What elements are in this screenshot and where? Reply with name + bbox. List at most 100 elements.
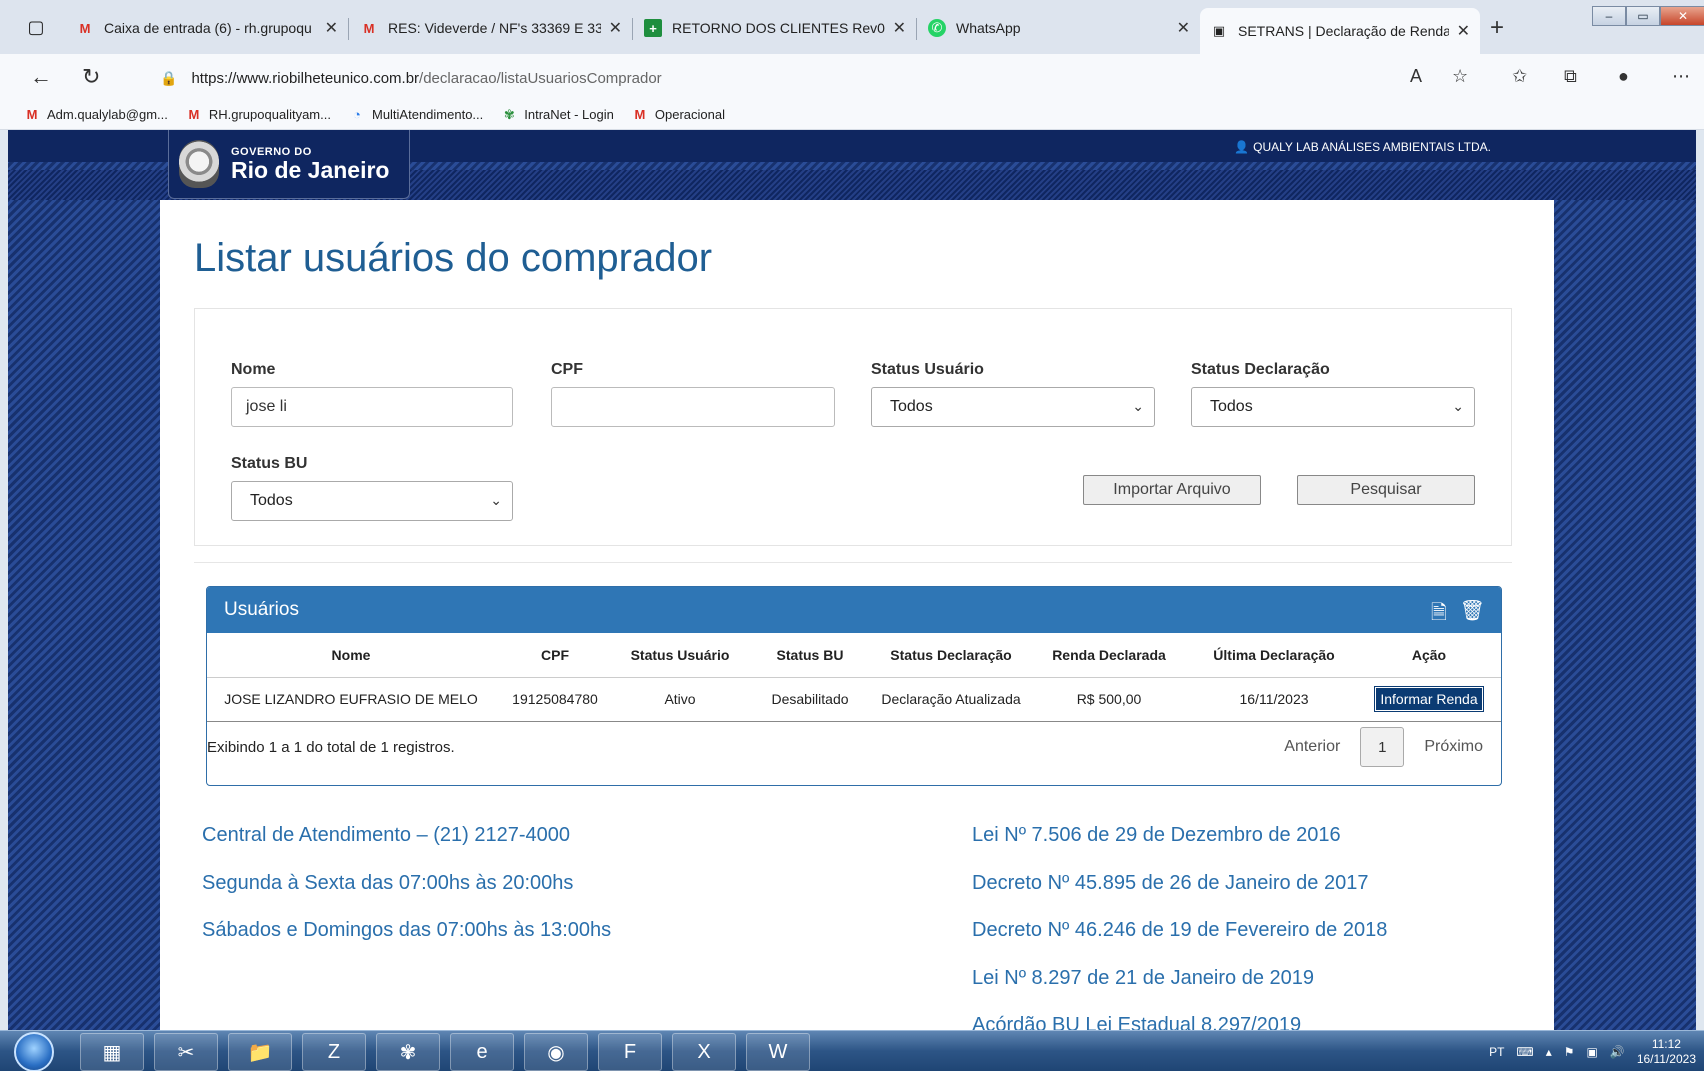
volume-icon[interactable]: 🔊: [1610, 1045, 1625, 1059]
tab-label: RETORNO DOS CLIENTES Rev03: [672, 20, 885, 36]
add-favorite-icon[interactable]: ☆: [1452, 66, 1468, 87]
informar-renda-button[interactable]: Informar Renda: [1374, 686, 1484, 712]
column-header[interactable]: CPF: [495, 633, 615, 678]
table-row: JOSE LIZANDRO EUFRASIO DE MELO 191250847…: [207, 677, 1501, 722]
profile-icon[interactable]: ●: [1618, 66, 1629, 87]
column-header[interactable]: Status Usuário: [615, 633, 745, 678]
column-header[interactable]: Renda Declarada: [1027, 633, 1191, 678]
company-user: 👤 QUALY LAB ANÁLISES AMBIENTAIS LTDA.: [1234, 140, 1491, 154]
trash-icon[interactable]: 🗑: [1460, 598, 1485, 623]
system-tray: PT ⌨ ▴ ⚑ ▣ 🔊 11:12 16/11/2023: [1489, 1031, 1696, 1071]
edge-browser-icon[interactable]: e: [450, 1033, 514, 1071]
zoom-app-icon[interactable]: Z: [302, 1033, 366, 1071]
excel-icon[interactable]: X: [672, 1033, 736, 1071]
users-panel-footer: Exibindo 1 a 1 do total de 1 registros. …: [207, 723, 1501, 785]
bookmark-operacional[interactable]: M Operacional: [632, 107, 725, 122]
users-panel-header: Usuários 🗎 🗑: [207, 587, 1501, 633]
page-title: Listar usuários do comprador: [194, 236, 713, 280]
government-logo[interactable]: GOVERNO DO Rio de Janeiro: [168, 130, 410, 199]
previous-page-button[interactable]: Anterior: [1284, 738, 1340, 756]
maximize-icon[interactable]: ▭: [1626, 6, 1660, 26]
show-hidden-icons-icon[interactable]: ▴: [1546, 1045, 1552, 1059]
nome-label: Nome: [231, 361, 276, 378]
status-usuario-select[interactable]: Todos ⌄: [871, 387, 1155, 427]
cpf-input[interactable]: [551, 387, 835, 427]
read-aloud-icon[interactable]: A: [1410, 66, 1422, 87]
tab-separator: [632, 18, 633, 40]
green-app-icon[interactable]: ◉: [524, 1033, 588, 1071]
gmail-icon: M: [79, 20, 91, 36]
legislation-link[interactable]: Decreto Nº 45.895 de 26 de Janeiro de 20…: [972, 872, 1387, 920]
snipping-tool-icon[interactable]: ✂: [154, 1033, 218, 1071]
fi-app-icon[interactable]: F: [598, 1033, 662, 1071]
collections-icon[interactable]: ⧉: [1564, 66, 1577, 87]
section-divider: [194, 562, 1512, 563]
close-window-icon[interactable]: ✕: [1660, 6, 1704, 26]
word-icon[interactable]: W: [746, 1033, 810, 1071]
legislation-link[interactable]: Lei Nº 8.297 de 21 de Janeiro de 2019: [972, 967, 1387, 1015]
status-bu-select[interactable]: Todos ⌄: [231, 481, 513, 521]
file-explorer-icon[interactable]: 📁: [228, 1033, 292, 1071]
users-panel: Usuários 🗎 🗑 Nome CPF Status Usuário Sta…: [206, 586, 1502, 786]
column-header[interactable]: Última Declaração: [1191, 633, 1357, 678]
bookmark-rh[interactable]: M RH.grupoqualityam...: [186, 107, 331, 122]
back-icon[interactable]: ←: [30, 64, 52, 90]
bookmark-adm[interactable]: M Adm.qualylab@gm...: [24, 107, 168, 122]
page-1-button[interactable]: 1: [1360, 727, 1405, 767]
status-bu-label: Status BU: [231, 455, 308, 472]
new-tab-icon[interactable]: +: [1490, 14, 1504, 42]
gmail-icon: M: [26, 107, 38, 122]
tab-setrans[interactable]: ▣ SETRANS | Declaração de Renda ✕: [1200, 8, 1480, 54]
tab-gmail-inbox[interactable]: M Caixa de entrada (6) - rh.grupoqu ✕: [66, 10, 348, 46]
minimize-icon[interactable]: –: [1592, 6, 1626, 26]
close-icon[interactable]: ✕: [325, 18, 338, 38]
clock-date: 16/11/2023: [1636, 1051, 1696, 1066]
action-center-icon[interactable]: ⚑: [1564, 1045, 1575, 1059]
column-header[interactable]: Status Declaração: [875, 633, 1027, 678]
close-icon[interactable]: ✕: [609, 18, 622, 38]
import-file-button[interactable]: Importar Arquivo: [1083, 475, 1261, 505]
close-icon[interactable]: ✕: [1457, 21, 1470, 41]
reload-icon[interactable]: ↻: [82, 64, 100, 90]
language-indicator[interactable]: PT: [1489, 1045, 1504, 1059]
sheets-icon: +: [644, 19, 662, 37]
column-header[interactable]: Nome: [207, 633, 495, 678]
tab-label: RES: Videverde / NF's 33369 E 33: [388, 20, 601, 36]
close-icon[interactable]: ✕: [1177, 18, 1190, 38]
bookmark-label: MultiAtendimento...: [371, 107, 484, 122]
app-flower-icon[interactable]: ✾: [376, 1033, 440, 1071]
document-icon[interactable]: 🗎: [1431, 598, 1447, 632]
tab-whatsapp[interactable]: ✆ WhatsApp ✕: [918, 10, 1200, 46]
keyboard-icon[interactable]: ⌨: [1516, 1045, 1533, 1059]
close-icon[interactable]: ✕: [893, 18, 906, 38]
url-field[interactable]: 🔒 https://www.riobilheteunico.com.br/dec…: [160, 62, 1500, 94]
gmail-icon: M: [634, 107, 646, 122]
page-viewport: GOVERNO DO Rio de Janeiro 👤 QUALY LAB AN…: [8, 130, 1696, 1030]
legislation-link[interactable]: Acórdão BU Lei Estadual 8.297/2019: [972, 1014, 1387, 1030]
legislation-link[interactable]: Decreto Nº 46.246 de 19 de Fevereiro de …: [972, 919, 1387, 967]
logo-big-text: Rio de Janeiro: [231, 157, 390, 183]
bookmark-multiatendimento[interactable]: ◔ MultiAtendimento...: [349, 107, 483, 122]
logo-text: GOVERNO DO Rio de Janeiro: [231, 146, 389, 182]
favorites-icon[interactable]: ✩: [1512, 66, 1527, 87]
more-icon[interactable]: ⋯: [1672, 66, 1690, 87]
calculator-icon[interactable]: ▦: [80, 1033, 144, 1071]
nome-input[interactable]: jose li: [231, 387, 513, 427]
tab-sheets[interactable]: + RETORNO DOS CLIENTES Rev03 ✕: [634, 10, 916, 46]
user-icon: 👤: [1234, 140, 1250, 154]
cell-cpf: 19125084780: [495, 677, 615, 722]
tab-gmail-res[interactable]: M RES: Videverde / NF's 33369 E 33 ✕: [350, 10, 632, 46]
network-icon[interactable]: ▣: [1587, 1045, 1598, 1059]
bookmark-label: IntraNet - Login: [524, 107, 614, 122]
bookmark-intranet[interactable]: ✾ IntraNet - Login: [501, 107, 614, 123]
status-declaracao-select[interactable]: Todos ⌄: [1191, 387, 1475, 427]
start-button[interactable]: [14, 1032, 54, 1071]
tab-actions-icon[interactable]: ▢: [22, 14, 50, 40]
legislation-link[interactable]: Lei Nº 7.506 de 29 de Dezembro de 2016: [972, 824, 1387, 872]
next-page-button[interactable]: Próximo: [1424, 738, 1483, 756]
cell-renda-declarada: R$ 500,00: [1027, 677, 1191, 722]
search-button[interactable]: Pesquisar: [1297, 475, 1475, 505]
lock-icon: 🔒: [160, 69, 178, 86]
clock[interactable]: 11:12 16/11/2023: [1637, 1037, 1696, 1067]
column-header[interactable]: Status BU: [745, 633, 875, 678]
